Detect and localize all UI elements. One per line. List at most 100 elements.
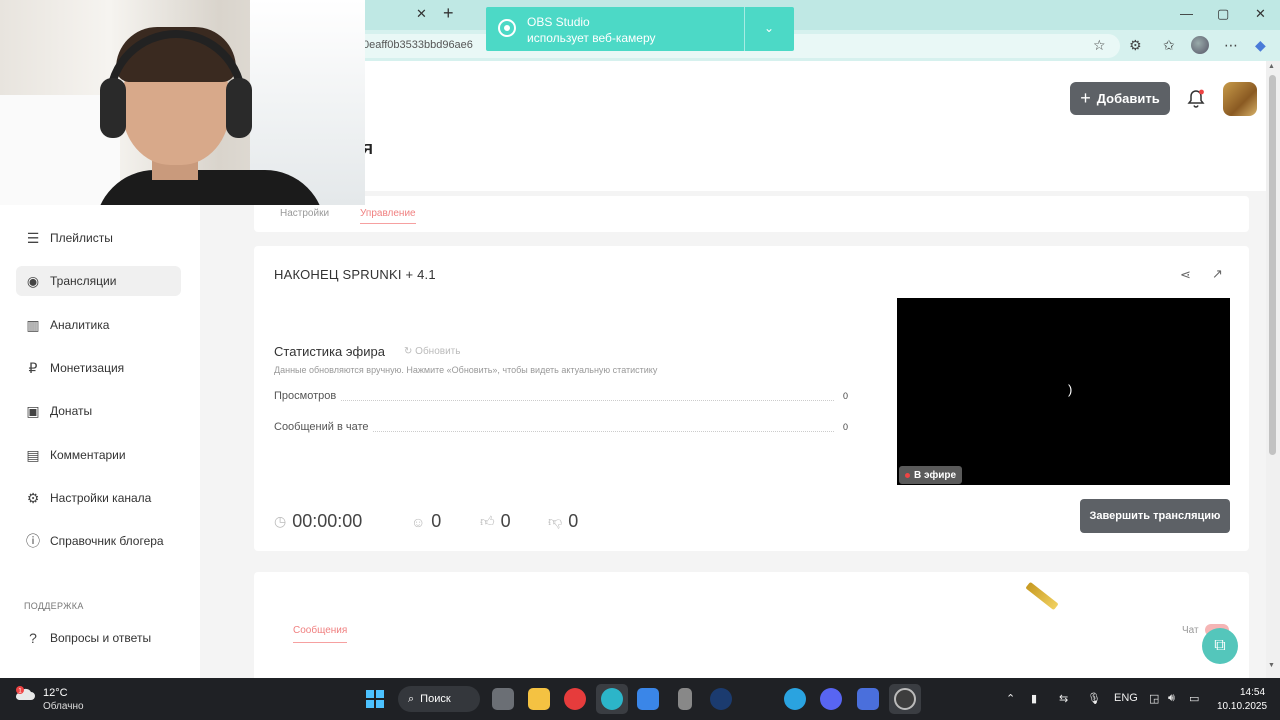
tab-settings[interactable]: Настройки — [280, 208, 329, 219]
store-icon[interactable] — [637, 688, 659, 710]
sidebar-item-label: Настройки канала — [50, 491, 152, 505]
sidebar-item-label: Донаты — [50, 404, 93, 418]
tray-chevron-up-icon[interactable]: ⌃ — [1006, 692, 1015, 705]
stat-row-chat-messages: Сообщений в чате 0 — [274, 421, 848, 435]
stream-card: НАКОНЕЦ SPRUNKI + 4.1 ⋖ ↗ Статистика эфи… — [254, 246, 1249, 551]
likes-value: 0 — [500, 511, 511, 531]
sidebar-item-label: Вопросы и ответы — [50, 631, 152, 645]
sidebar-item-analytics[interactable]: ▥ Аналитика — [16, 310, 181, 340]
tray-mic-icon[interactable]: 🎙︎ — [1087, 692, 1101, 705]
steam-icon[interactable] — [710, 688, 732, 710]
usb-icon[interactable] — [678, 688, 692, 710]
info-icon: ⓘ — [26, 533, 40, 549]
yandex-browser-icon[interactable] — [564, 688, 586, 710]
file-explorer-icon[interactable] — [528, 688, 550, 710]
live-dot-icon — [905, 472, 910, 478]
scroll-down-icon[interactable]: ▼ — [1268, 662, 1275, 669]
wallet-icon: ▣ — [26, 402, 40, 419]
minimize-icon[interactable]: — — [1180, 6, 1193, 21]
duration-value: 00:00:00 — [292, 511, 363, 531]
floating-chat-button[interactable]: ⧉ — [1202, 628, 1238, 664]
maximize-icon[interactable]: ▢ — [1217, 6, 1229, 22]
clock-icon: ◷ — [274, 513, 287, 529]
page-scrollbar[interactable]: ▲ ▼ — [1266, 61, 1280, 678]
sidebar-item-monetization[interactable]: ₽ Монетизация — [16, 353, 181, 383]
avatar[interactable] — [1223, 82, 1257, 116]
sidebar-item-label: Комментарии — [50, 448, 126, 462]
bell-icon[interactable] — [1186, 88, 1206, 110]
broadcast-icon: ◉ — [26, 272, 40, 289]
more-menu-icon[interactable]: ⋯ — [1224, 37, 1238, 54]
tray-network-icon[interactable]: ⇆ — [1059, 692, 1068, 705]
webcam-icon — [498, 19, 516, 37]
obs-subtitle: использует веб-камеру — [527, 31, 656, 45]
viewers-metric: ☺ 0 — [411, 511, 441, 532]
external-link-icon[interactable]: ↗ — [1212, 266, 1223, 282]
sidebar-item-playlists[interactable]: ☰ Плейлисты — [16, 223, 181, 253]
clock-date[interactable]: 10.10.2025 — [1217, 701, 1267, 712]
window-close-icon[interactable]: ✕ — [1255, 6, 1266, 22]
app-icon[interactable] — [857, 688, 879, 710]
sidebar-item-channel-settings[interactable]: ⚙ Настройки канала — [16, 483, 181, 513]
tray-wifi-icon[interactable]: ◲ — [1149, 692, 1159, 705]
tab-manage[interactable]: Управление — [360, 208, 416, 224]
language-indicator[interactable]: ENG — [1114, 692, 1138, 704]
help-icon: ? — [29, 630, 37, 646]
start-button[interactable] — [366, 690, 384, 708]
edge-icon[interactable] — [601, 688, 623, 710]
refresh-label: Обновить — [415, 346, 461, 357]
plus-icon: + — [1080, 88, 1091, 108]
tray-battery-icon[interactable]: ▭ — [1189, 692, 1199, 705]
tab-messages[interactable]: Сообщения — [293, 625, 348, 643]
task-view-icon[interactable] — [492, 688, 514, 710]
weather-temp: 12°C — [43, 687, 68, 699]
extensions-icon[interactable]: ⚙ — [1129, 37, 1142, 54]
obs-icon[interactable] — [894, 688, 916, 710]
sidebar: ☰ Плейлисты ◉ Трансляции ▥ Аналитика ₽ М… — [0, 191, 200, 678]
scroll-thumb[interactable] — [1269, 75, 1276, 455]
url-text[interactable]: 0eaff0b3533bbd96ae6 — [363, 39, 473, 51]
dislikes-value: 0 — [568, 511, 579, 531]
discord-icon[interactable] — [820, 688, 842, 710]
favorite-star-icon[interactable]: ☆ — [1093, 37, 1106, 54]
content-tabs: Настройки Управление — [254, 196, 1249, 232]
clock-time[interactable]: 14:54 — [1240, 687, 1265, 698]
tray-volume-icon[interactable]: 🔊︎ — [1168, 692, 1175, 705]
share-icon[interactable]: ⋖ — [1180, 267, 1191, 283]
dislikes-metric: 👎︎ 0 — [548, 511, 578, 532]
add-button[interactable]: + Добавить — [1070, 82, 1170, 115]
comments-icon: ▤ — [26, 446, 40, 463]
refresh-button[interactable]: ↻ Обновить — [404, 346, 460, 357]
stream-preview[interactable]: ) В эфире — [897, 298, 1230, 485]
sidebar-item-broadcasts[interactable]: ◉ Трансляции — [16, 266, 181, 296]
browser-profile-icon[interactable] — [1191, 36, 1209, 54]
new-tab-icon[interactable]: + — [443, 3, 454, 24]
gear-icon: ⚙ — [26, 489, 40, 506]
favorites-icon[interactable]: ✩ — [1163, 37, 1175, 54]
obs-notification[interactable]: OBS Studio использует веб-камеру ⌄ — [486, 7, 794, 51]
live-badge: В эфире — [899, 466, 963, 484]
taskbar-search[interactable]: ⌕ Поиск — [398, 686, 480, 712]
sidebar-item-comments[interactable]: ▤ Комментарии — [16, 440, 181, 470]
tab-close-icon[interactable]: ✕ — [416, 6, 427, 22]
sidebar-item-label: Справочник блогера — [50, 534, 164, 548]
cloud-icon[interactable]: 1 — [14, 686, 36, 702]
sidebar-item-faq[interactable]: ? Вопросы и ответы — [16, 623, 181, 653]
thumbs-down-icon: 👎︎ — [548, 513, 563, 529]
chevron-down-icon[interactable]: ⌄ — [764, 21, 774, 35]
tray-app-icon[interactable]: ▮ — [1031, 692, 1037, 705]
stat-value: 0 — [842, 422, 848, 432]
stat-value: 0 — [842, 391, 848, 401]
sidebar-item-label: Плейлисты — [50, 231, 113, 245]
sidebar-item-donations[interactable]: ▣ Донаты — [16, 396, 181, 426]
thumbs-up-icon: 👍︎ — [480, 513, 495, 529]
telegram-icon[interactable] — [784, 688, 806, 710]
webcam-overlay — [0, 0, 365, 205]
scroll-up-icon[interactable]: ▲ — [1268, 63, 1275, 70]
user-icon: ☺ — [411, 513, 426, 530]
sidebar-item-blogger-guide[interactable]: ⓘ Справочник блогера — [16, 526, 181, 556]
copilot-icon[interactable]: ◆ — [1255, 37, 1266, 54]
end-stream-button[interactable]: Завершить трансляцию — [1080, 499, 1230, 533]
viewers-value: 0 — [431, 511, 442, 531]
taskbar: 1 12°C Облачно ⌕ Поиск ⌃ ▮ ⇆ 🎙︎ ENG ◲ 🔊︎… — [0, 678, 1280, 720]
